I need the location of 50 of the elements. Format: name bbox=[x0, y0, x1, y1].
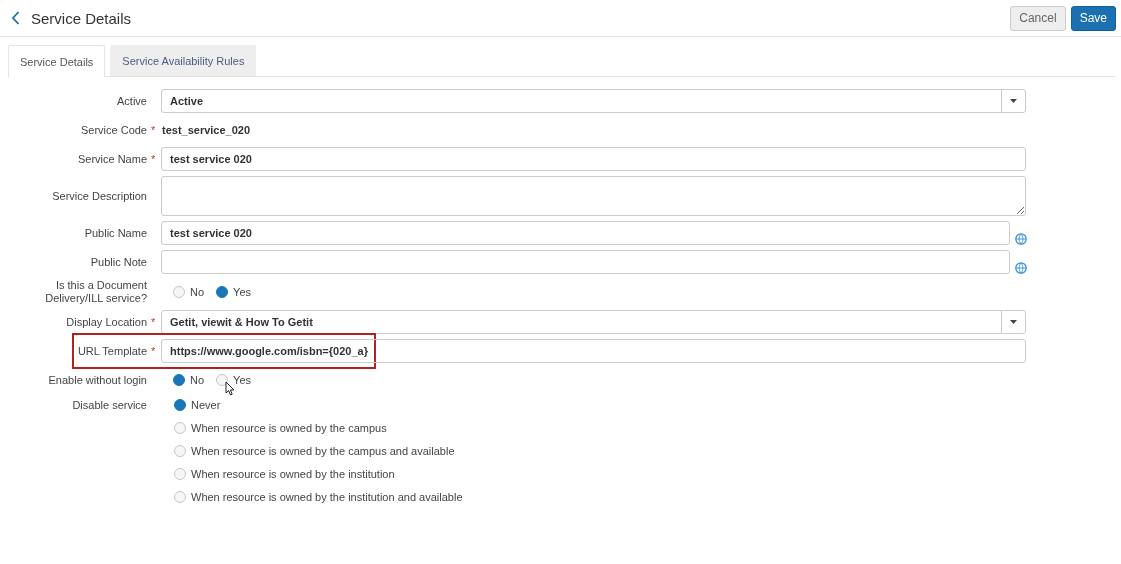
required-mark: * bbox=[151, 316, 156, 328]
field-value: test_service_020 bbox=[161, 124, 251, 136]
radio-button[interactable] bbox=[174, 491, 186, 503]
radio-label[interactable]: When resource is owned by the institution and available bbox=[191, 491, 463, 503]
radio-button[interactable] bbox=[173, 286, 185, 298]
caret-icon bbox=[1010, 320, 1017, 324]
dropdown[interactable]: Getit, viewit & How To Getit bbox=[161, 310, 1026, 334]
radio-label[interactable]: When resource is owned by the campus bbox=[191, 422, 387, 434]
field-label: Service Description bbox=[52, 189, 147, 203]
page-title: Service Details bbox=[31, 9, 132, 27]
radio-label[interactable]: Yes bbox=[233, 374, 251, 386]
radio-button[interactable] bbox=[216, 286, 229, 298]
field-label: URL Template bbox=[77, 344, 147, 358]
input-field[interactable] bbox=[161, 250, 1010, 274]
radio-label[interactable]: No bbox=[190, 286, 205, 298]
back-icon[interactable] bbox=[11, 11, 20, 25]
required-mark: * bbox=[151, 153, 156, 165]
field-label: Active bbox=[117, 94, 147, 108]
cancel-button[interactable]: Cancel bbox=[1010, 5, 1066, 31]
input-field[interactable]: https://www.google.com/isbn={020_a} bbox=[161, 339, 1026, 363]
tab[interactable]: Service Availability Rules bbox=[110, 45, 257, 76]
required-mark: * bbox=[151, 124, 156, 136]
radio-button[interactable] bbox=[174, 399, 186, 411]
globe-icon[interactable] bbox=[1015, 262, 1027, 274]
input-field[interactable]: test service 020 bbox=[161, 147, 1026, 171]
tab[interactable]: Service Details bbox=[8, 45, 106, 77]
radio-button[interactable] bbox=[173, 374, 185, 386]
required-mark: * bbox=[151, 345, 156, 357]
dropdown[interactable]: Active bbox=[161, 89, 1026, 113]
field-label: Service Name bbox=[77, 152, 147, 166]
radio-label[interactable]: Yes bbox=[233, 286, 251, 298]
radio-label[interactable]: When resource is owned by the campus and available bbox=[191, 445, 455, 457]
radio-button[interactable] bbox=[174, 468, 186, 480]
field-label: Display Location bbox=[66, 315, 147, 329]
field-label: Public Name bbox=[84, 226, 147, 240]
caret-icon bbox=[1010, 99, 1017, 103]
field-label: Public Note bbox=[90, 255, 147, 269]
field-label: Service Code bbox=[80, 123, 147, 137]
save-button[interactable]: Save bbox=[1070, 5, 1116, 31]
radio-label[interactable]: Never bbox=[191, 399, 221, 411]
radio-button[interactable] bbox=[216, 374, 229, 386]
radio-label[interactable]: No bbox=[190, 374, 205, 386]
input-field[interactable]: test service 020 bbox=[161, 221, 1010, 245]
radio-button[interactable] bbox=[174, 445, 186, 457]
field-label: Enable without login bbox=[48, 373, 147, 387]
radio-label[interactable]: When resource is owned by the institution bbox=[191, 468, 395, 480]
radio-button[interactable] bbox=[174, 422, 186, 434]
globe-icon[interactable] bbox=[1015, 233, 1027, 245]
field-label: Disable service bbox=[72, 399, 147, 412]
field-label: Is this a Document Delivery/ILL service? bbox=[44, 279, 147, 305]
